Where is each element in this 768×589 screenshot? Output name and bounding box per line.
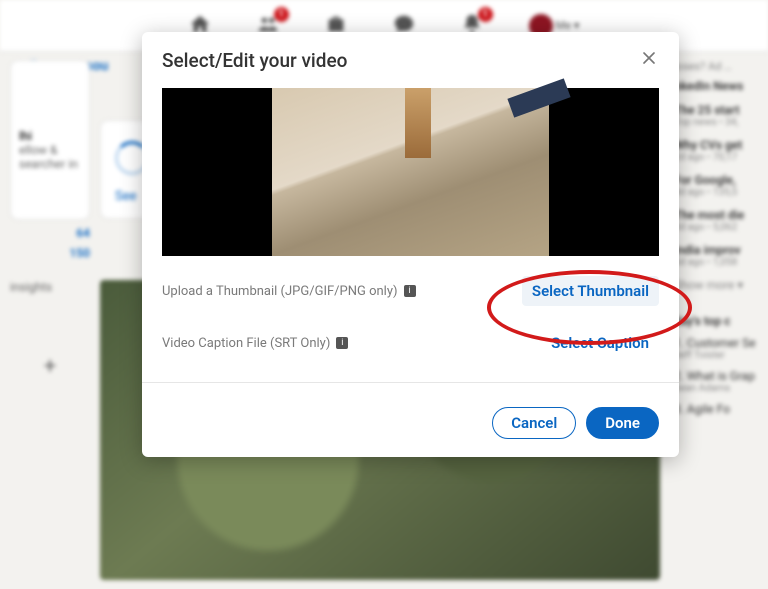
thumbnail-label: Upload a Thumbnail (JPG/GIF/PNG only) xyxy=(162,284,398,299)
modal-footer: Cancel Done xyxy=(142,393,679,457)
done-button[interactable]: Done xyxy=(586,407,659,439)
info-icon[interactable]: i xyxy=(336,337,348,349)
caption-label: Video Caption File (SRT Only) xyxy=(162,336,330,351)
video-preview xyxy=(162,88,659,256)
select-thumbnail-button[interactable]: Select Thumbnail xyxy=(522,276,659,306)
close-icon[interactable] xyxy=(639,48,659,72)
select-caption-button[interactable]: Select Caption xyxy=(541,328,659,358)
edit-video-modal: Select/Edit your video Upload a Thumbnai… xyxy=(142,32,679,457)
thumbnail-row: Upload a Thumbnail (JPG/GIF/PNG only) i … xyxy=(162,256,659,320)
caption-row: Video Caption File (SRT Only) i Select C… xyxy=(162,320,659,372)
cancel-button[interactable]: Cancel xyxy=(492,407,576,439)
modal-title: Select/Edit your video xyxy=(162,49,347,72)
info-icon[interactable]: i xyxy=(404,285,416,297)
modal-overlay: Select/Edit your video Upload a Thumbnai… xyxy=(0,0,768,589)
divider xyxy=(142,382,679,383)
